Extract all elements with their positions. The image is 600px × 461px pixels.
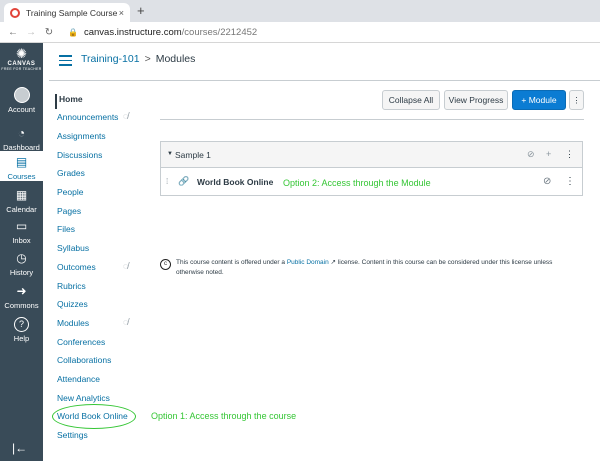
global-nav-calendar[interactable]: ▦ Calendar — [0, 187, 43, 214]
commons-icon: ➜ — [16, 284, 27, 298]
course-nav-quizzes[interactable]: Quizzes — [57, 299, 147, 314]
option2-annotation: Option 2: Access through the Module — [283, 178, 431, 188]
logo-subtitle: FREE FOR TEACHER — [1, 67, 42, 71]
nav-label: Modules — [57, 318, 90, 328]
breadcrumb-current: Modules — [155, 53, 196, 65]
collapse-nav-icon[interactable]: |← — [12, 441, 27, 455]
nav-label: Commons — [4, 301, 39, 310]
lock-icon: 🔒 — [68, 27, 78, 37]
calendar-icon: ▦ — [15, 188, 28, 202]
address-bar: ← → ↻ 🔒 canvas.instructure.com/courses/2… — [0, 22, 600, 43]
module-kebab-icon[interactable]: ⋮ — [565, 149, 574, 160]
breadcrumb: Training-101 > Modules — [81, 53, 195, 65]
course-nav-people[interactable]: People — [57, 187, 147, 202]
caret-down-icon[interactable]: ▼ — [167, 151, 173, 157]
url-field[interactable]: 🔒 canvas.instructure.com/courses/2212452 — [68, 27, 257, 38]
browser-tab-bar: Training Sample Course × + — [0, 0, 600, 22]
drag-handle-icon[interactable]: ⁞ — [166, 177, 168, 186]
global-nav-courses[interactable]: ▤ Courses — [0, 151, 43, 181]
header-divider — [49, 80, 600, 81]
license-notice: This course content is offered under a P… — [176, 258, 580, 278]
unpublished-icon[interactable]: ⊘ — [527, 149, 535, 160]
global-nav-inbox[interactable]: ▭ Inbox — [0, 218, 43, 245]
module-name: Sample 1 — [175, 150, 211, 160]
license-text-before: This course content is offered under a — [176, 259, 287, 266]
course-nav-rubrics[interactable]: Rubrics — [57, 281, 147, 296]
nav-label: History — [9, 268, 34, 277]
module-header[interactable]: ▼ Sample 1 ⊘ + ⋮ — [161, 142, 582, 168]
item-unpublished-icon[interactable]: ⊘ — [543, 176, 551, 187]
hidden-eye-icon: ◌̸ — [123, 261, 129, 271]
more-options-button[interactable]: ⋮ — [569, 90, 584, 110]
clock-icon: ◷ — [16, 251, 27, 265]
url-host: canvas.instructure.com — [83, 26, 182, 38]
canvas-favicon-icon — [10, 7, 20, 18]
new-tab-button[interactable]: + — [137, 3, 145, 18]
inbox-icon: ▭ — [15, 219, 28, 233]
url-path: /courses/2212452 — [181, 26, 258, 38]
hidden-eye-icon: ◌̸ — [123, 317, 129, 327]
add-item-icon[interactable]: + — [546, 149, 551, 159]
course-nav-outcomes[interactable]: Outcomes ◌̸ — [57, 261, 147, 277]
external-link-small-icon: ↗ — [328, 259, 336, 266]
course-nav-files[interactable]: Files — [57, 224, 147, 239]
course-nav-home[interactable]: Home — [55, 94, 145, 109]
nav-label: Calendar — [6, 205, 37, 214]
breadcrumb-separator: > — [144, 53, 151, 65]
course-nav-collaborations[interactable]: Collaborations — [57, 355, 147, 370]
reload-icon[interactable]: ↻ — [42, 27, 56, 38]
external-link-icon: 🔗 — [178, 176, 190, 186]
dashboard-icon: ◔ — [17, 126, 26, 140]
global-nav-history[interactable]: ◷ History — [0, 250, 43, 277]
toolbar-divider — [160, 119, 584, 120]
item-kebab-icon[interactable]: ⋮ — [565, 176, 575, 187]
nav-label: Courses — [7, 172, 36, 181]
public-domain-icon: c — [160, 259, 171, 270]
global-nav-dashboard[interactable]: ◔ Dashboard — [0, 125, 43, 152]
breadcrumb-course-link[interactable]: Training-101 — [81, 53, 140, 65]
course-nav-syllabus[interactable]: Syllabus — [57, 243, 147, 258]
nav-label: Account — [7, 105, 36, 114]
collapse-all-button[interactable]: Collapse All — [382, 90, 440, 110]
hamburger-menu-icon[interactable] — [59, 55, 72, 66]
public-domain-link[interactable]: Public Domain — [287, 259, 329, 266]
global-nav-account[interactable]: Account — [0, 87, 43, 114]
nav-label: Announcements — [57, 112, 119, 122]
canvas-logo[interactable]: ✺ CANVAS FREE FOR TEACHER — [0, 46, 43, 72]
module-item-name[interactable]: World Book Online — [197, 177, 273, 187]
global-nav: ✺ CANVAS FREE FOR TEACHER Account ◔ Dash… — [0, 43, 43, 461]
tab-title: Training Sample Course — [26, 7, 118, 18]
help-icon: ? — [14, 317, 29, 332]
tab-close-icon[interactable]: × — [119, 8, 124, 18]
browser-tab[interactable]: Training Sample Course × — [4, 3, 130, 22]
add-module-button[interactable]: + Module — [512, 90, 566, 110]
course-nav-assignments[interactable]: Assignments — [57, 131, 147, 146]
avatar-icon — [13, 87, 30, 103]
nav-label: Inbox — [12, 236, 31, 245]
course-nav-pages[interactable]: Pages — [57, 206, 147, 221]
global-nav-help[interactable]: ? Help — [0, 317, 43, 343]
course-nav-conferences[interactable]: Conferences — [57, 337, 147, 352]
forward-arrow-icon[interactable]: → — [24, 27, 38, 38]
course-nav-announcements[interactable]: Announcements ◌̸ — [57, 111, 147, 127]
view-progress-button[interactable]: View Progress — [444, 90, 508, 110]
course-nav-modules[interactable]: Modules ◌̸ — [57, 317, 147, 333]
nav-label: Outcomes — [57, 262, 96, 272]
global-nav-commons[interactable]: ➜ Commons — [0, 283, 43, 310]
canvas-logo-icon: ✺ — [16, 46, 27, 61]
book-icon: ▤ — [15, 155, 28, 169]
course-nav-settings[interactable]: Settings — [57, 430, 147, 445]
hidden-eye-icon: ◌̸ — [123, 111, 129, 121]
back-arrow-icon[interactable]: ← — [6, 27, 20, 38]
highlight-circle — [52, 404, 136, 429]
nav-label: Help — [13, 334, 30, 343]
course-nav-discussions[interactable]: Discussions — [57, 150, 147, 165]
course-nav-grades[interactable]: Grades — [57, 168, 147, 183]
option1-annotation: Option 1: Access through the course — [151, 411, 297, 421]
course-nav-attendance[interactable]: Attendance — [57, 374, 147, 389]
